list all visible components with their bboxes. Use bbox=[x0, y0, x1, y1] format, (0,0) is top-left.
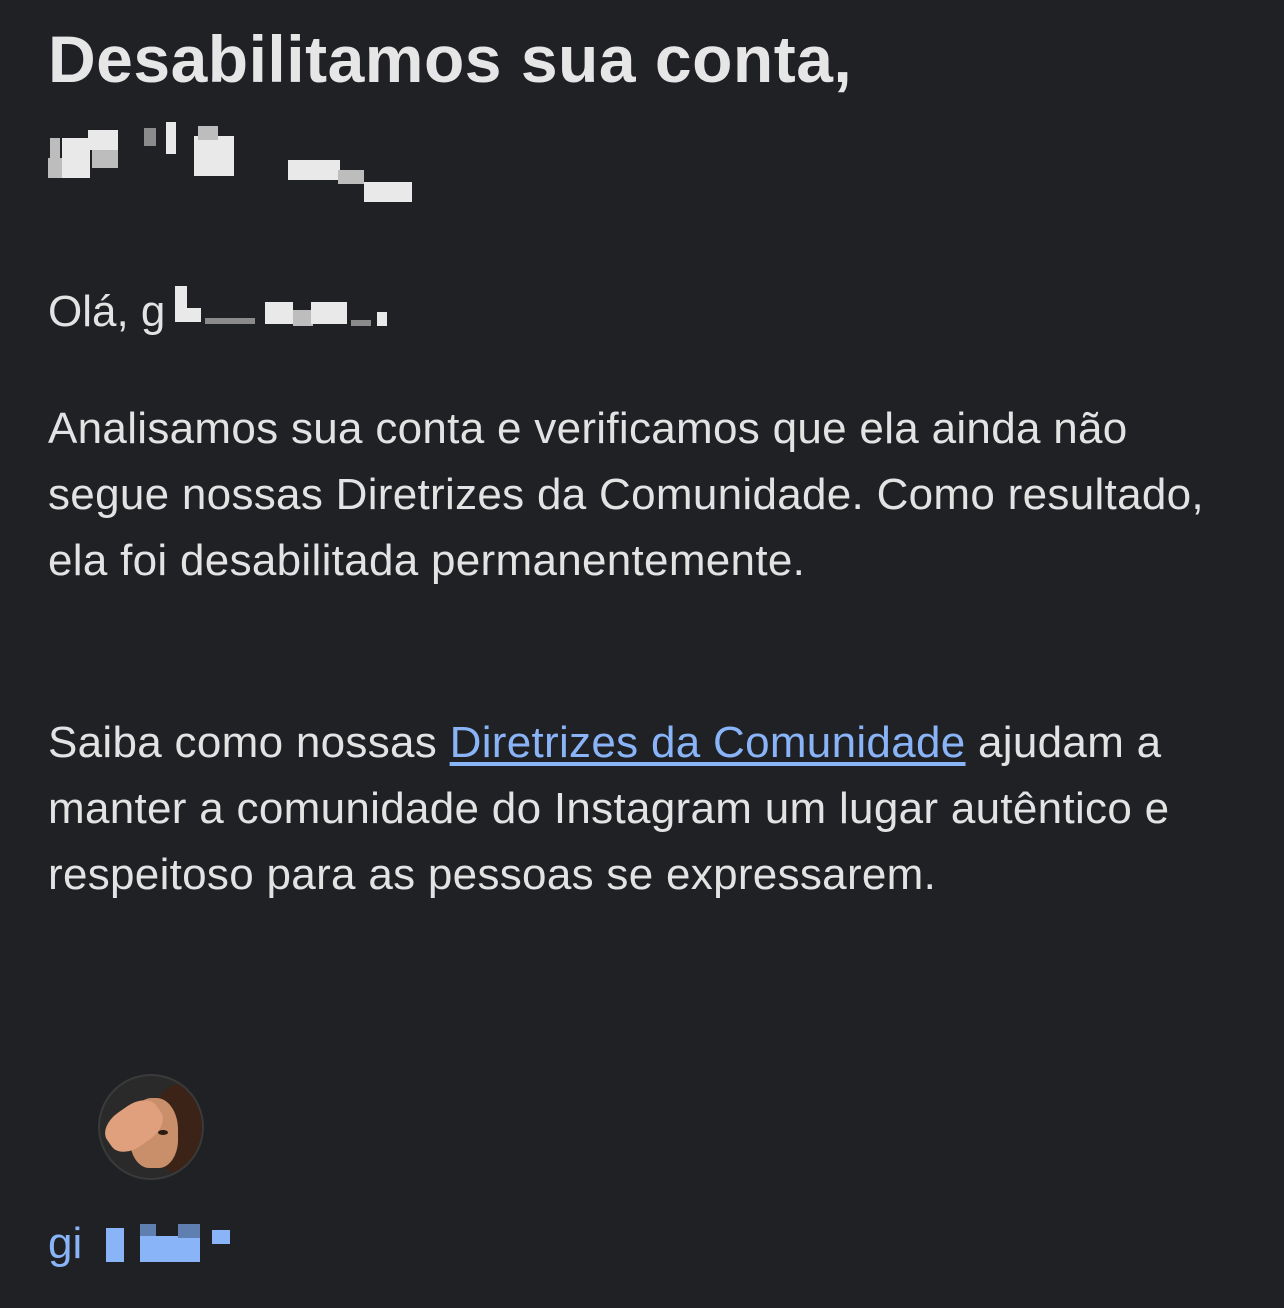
email-body: Desabilitamos sua conta, Olá, g Analisam… bbox=[48, 0, 1248, 899]
community-guidelines-link[interactable]: Diretrizes da Comunidade bbox=[450, 718, 966, 767]
paragraph-guidelines: Saiba como nossas Diretrizes da Comunida… bbox=[48, 710, 1238, 908]
email-title: Desabilitamos sua conta, bbox=[48, 22, 853, 96]
paragraph-guidelines-intro: Saiba como nossas bbox=[48, 718, 450, 767]
redacted-account-name bbox=[48, 116, 1248, 206]
paragraph-disabled-notice: Analisamos sua conta e verificamos que e… bbox=[48, 404, 1204, 585]
greeting: Olá, g bbox=[48, 284, 405, 340]
greeting-text: Olá, g bbox=[48, 287, 166, 336]
username-text: gi bbox=[48, 1219, 83, 1268]
profile-username[interactable]: gi bbox=[48, 1218, 232, 1270]
profile-avatar[interactable] bbox=[100, 1076, 202, 1178]
redacted-greeting-name bbox=[165, 284, 405, 334]
redacted-username bbox=[82, 1218, 232, 1262]
